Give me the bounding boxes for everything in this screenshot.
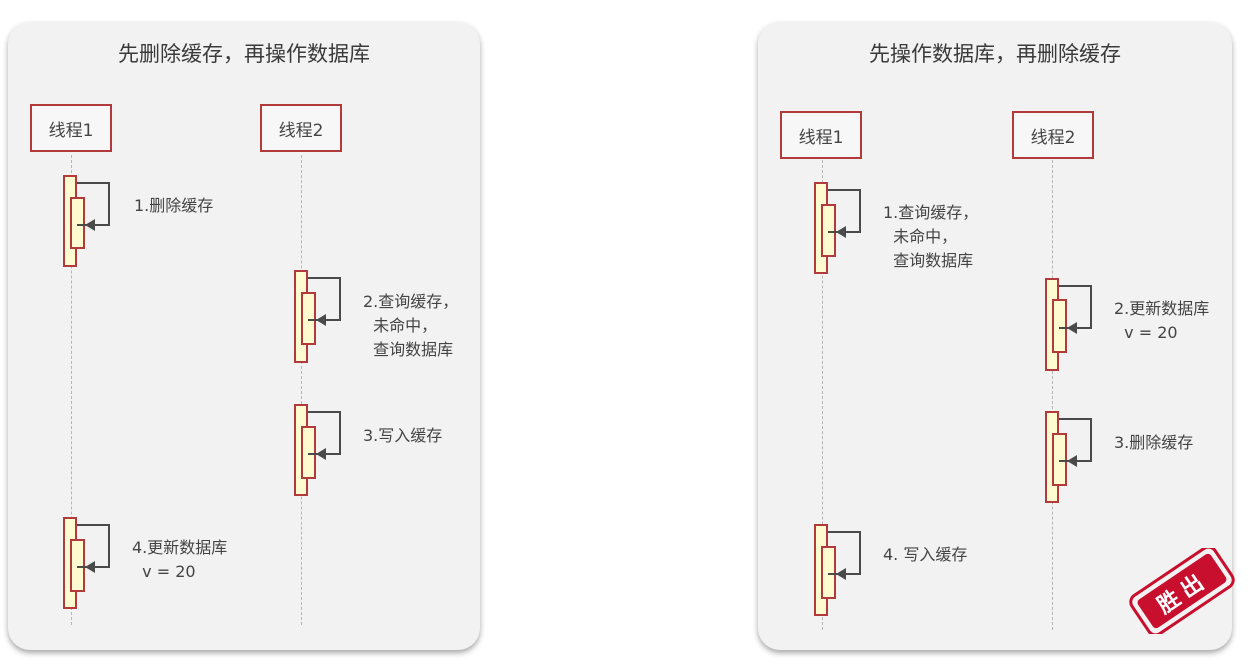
left-panel-title: 先删除缓存，再操作数据库 bbox=[118, 42, 370, 66]
winner-stamp: 胜出 bbox=[1129, 548, 1235, 634]
left-step4-label: 4.更新数据库 v = 20 bbox=[132, 538, 228, 581]
left-step1-label: 1.删除缓存 bbox=[134, 196, 214, 215]
right-thread2-lifeline bbox=[1052, 160, 1053, 630]
right-panel-title: 先操作数据库，再删除缓存 bbox=[869, 42, 1121, 66]
right-thread2-actor: 线程2 bbox=[1012, 111, 1094, 159]
right-step3-arrowhead bbox=[1067, 455, 1077, 467]
right-thread1-actor: 线程1 bbox=[780, 111, 862, 159]
left-thread1-actor: 线程1 bbox=[30, 104, 112, 152]
right-step4-label: 4. 写入缓存 bbox=[883, 545, 968, 564]
right-step1-label: 1.查询缓存， 未命中， 查询数据库 bbox=[883, 203, 979, 270]
left-step3-label: 3.写入缓存 bbox=[363, 426, 443, 445]
left-step1-arrowhead bbox=[85, 219, 95, 231]
right-step1-arrowhead bbox=[836, 226, 846, 238]
left-step4-arrowhead bbox=[85, 561, 95, 573]
left-thread2-lifeline bbox=[301, 155, 302, 625]
right-step4-arrowhead bbox=[836, 568, 846, 580]
left-thread2-actor: 线程2 bbox=[260, 104, 342, 152]
right-step2-arrowhead bbox=[1067, 322, 1077, 334]
left-step2-label: 2.查询缓存， 未命中， 查询数据库 bbox=[363, 292, 459, 359]
right-step2-label: 2.更新数据库 v = 20 bbox=[1114, 299, 1210, 342]
right-step3-label: 3.删除缓存 bbox=[1114, 433, 1194, 452]
left-step2-arrowhead bbox=[316, 314, 326, 326]
left-step3-arrowhead bbox=[316, 448, 326, 460]
